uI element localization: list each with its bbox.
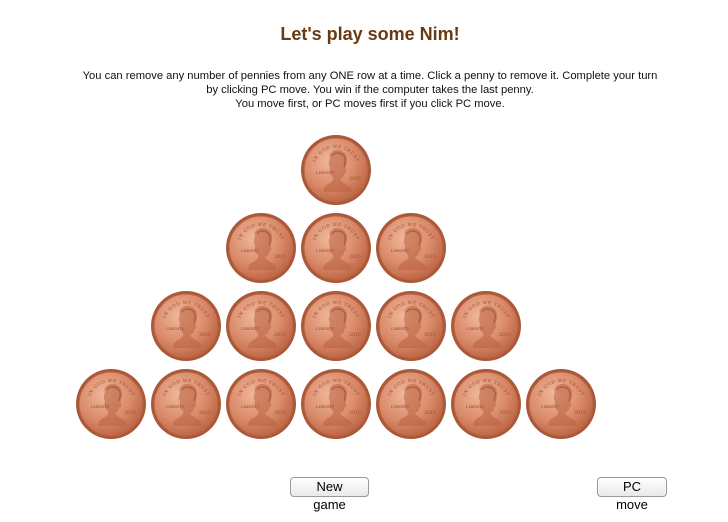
penny-coin-icon: IN GOD WE TRUSTLIBERTY2015 [76, 369, 146, 439]
svg-text:2015: 2015 [349, 332, 361, 338]
svg-text:2015: 2015 [349, 410, 361, 416]
penny-row-4[interactable]: IN GOD WE TRUST LIBERTY 2015 [300, 368, 372, 440]
penny-row-3[interactable]: IN GOD WE TRUST LIBERTY 2015 [375, 290, 447, 362]
svg-text:LIBERTY: LIBERTY [241, 404, 260, 409]
svg-text:LIBERTY: LIBERTY [466, 326, 485, 331]
svg-text:LIBERTY: LIBERTY [466, 404, 485, 409]
penny-coin-icon: IN GOD WE TRUSTLIBERTY2015 [301, 291, 371, 361]
penny-coin-icon: IN GOD WE TRUSTLIBERTY2015 [376, 369, 446, 439]
penny-coin-icon: IN GOD WE TRUSTLIBERTY2015 [301, 369, 371, 439]
penny-coin-icon: IN GOD WE TRUSTLIBERTY2015 [376, 213, 446, 283]
penny-row-4[interactable]: IN GOD WE TRUST LIBERTY 2015 [525, 368, 597, 440]
instruction-line: by clicking PC move. You win if the comp… [206, 84, 534, 96]
penny-coin-icon: IN GOD WE TRUSTLIBERTY2015 [451, 291, 521, 361]
penny-row-4[interactable]: IN GOD WE TRUST LIBERTY 2015 [150, 368, 222, 440]
penny-row-3[interactable]: IN GOD WE TRUST LIBERTY 2015 [150, 290, 222, 362]
svg-text:2015: 2015 [199, 410, 211, 416]
penny-row-4[interactable]: IN GOD WE TRUST LIBERTY 2015 [450, 368, 522, 440]
penny-row-3[interactable]: IN GOD WE TRUST LIBERTY 2015 [225, 290, 297, 362]
svg-text:LIBERTY: LIBERTY [391, 248, 410, 253]
svg-text:2015: 2015 [499, 332, 511, 338]
new-game-button[interactable]: New game [290, 477, 369, 512]
penny-coin-icon: IN GOD WE TRUSTLIBERTY2015 [301, 135, 371, 205]
svg-text:LIBERTY: LIBERTY [391, 326, 410, 331]
svg-text:LIBERTY: LIBERTY [241, 326, 260, 331]
svg-text:2015: 2015 [499, 410, 511, 416]
penny-coin-icon: IN GOD WE TRUSTLIBERTY2015 [451, 369, 521, 439]
penny-row-2[interactable]: IN GOD WE TRUST LIBERTY 2015 [225, 212, 297, 284]
svg-text:2015: 2015 [349, 254, 361, 260]
penny-row-3[interactable]: IN GOD WE TRUST LIBERTY 2015 [300, 290, 372, 362]
penny-coin-icon: IN GOD WE TRUSTLIBERTY2015 [301, 213, 371, 283]
penny-coin-icon: IN GOD WE TRUSTLIBERTY2015 [226, 369, 296, 439]
svg-text:LIBERTY: LIBERTY [316, 170, 335, 175]
svg-text:2015: 2015 [574, 410, 586, 416]
penny-row-3[interactable]: IN GOD WE TRUST LIBERTY 2015 [450, 290, 522, 362]
penny-coin-icon: IN GOD WE TRUSTLIBERTY2015 [226, 213, 296, 283]
penny-coin-icon: IN GOD WE TRUSTLIBERTY2015 [226, 291, 296, 361]
svg-text:2015: 2015 [124, 410, 136, 416]
svg-text:LIBERTY: LIBERTY [316, 326, 335, 331]
penny-row-2[interactable]: IN GOD WE TRUST LIBERTY 2015 [375, 212, 447, 284]
svg-text:LIBERTY: LIBERTY [166, 326, 185, 331]
penny-row-4[interactable]: IN GOD WE TRUST LIBERTY 2015 [225, 368, 297, 440]
pc-move-button[interactable]: PC move [597, 477, 667, 512]
svg-text:2015: 2015 [349, 176, 361, 182]
svg-text:2015: 2015 [274, 332, 286, 338]
svg-text:LIBERTY: LIBERTY [166, 404, 185, 409]
instructions: You can remove any number of pennies fro… [40, 69, 700, 111]
svg-text:LIBERTY: LIBERTY [391, 404, 410, 409]
penny-coin-icon: IN GOD WE TRUSTLIBERTY2015 [151, 369, 221, 439]
svg-text:2015: 2015 [274, 410, 286, 416]
instruction-line: You move first, or PC moves first if you… [235, 98, 505, 110]
svg-text:LIBERTY: LIBERTY [91, 404, 110, 409]
svg-text:2015: 2015 [424, 332, 436, 338]
svg-text:2015: 2015 [424, 410, 436, 416]
svg-text:2015: 2015 [424, 254, 436, 260]
svg-text:LIBERTY: LIBERTY [316, 248, 335, 253]
penny-coin-icon: IN GOD WE TRUSTLIBERTY2015 [526, 369, 596, 439]
penny-coin-icon: IN GOD WE TRUSTLIBERTY2015 [151, 291, 221, 361]
penny-row-1[interactable]: IN GOD WE TRUST LIBERTY 2015 [300, 134, 372, 206]
penny-row-4[interactable]: IN GOD WE TRUST LIBERTY 2015 [375, 368, 447, 440]
svg-text:LIBERTY: LIBERTY [316, 404, 335, 409]
penny-row-2[interactable]: IN GOD WE TRUST LIBERTY 2015 [300, 212, 372, 284]
penny-coin-icon: IN GOD WE TRUSTLIBERTY2015 [376, 291, 446, 361]
page-title: Let's play some Nim! [280, 24, 460, 44]
instruction-line: You can remove any number of pennies fro… [82, 70, 658, 82]
svg-text:LIBERTY: LIBERTY [541, 404, 560, 409]
svg-text:LIBERTY: LIBERTY [241, 248, 260, 253]
svg-text:2015: 2015 [199, 332, 211, 338]
svg-text:2015: 2015 [274, 254, 286, 260]
penny-row-4[interactable]: IN GOD WE TRUST LIBERTY 2015 [75, 368, 147, 440]
